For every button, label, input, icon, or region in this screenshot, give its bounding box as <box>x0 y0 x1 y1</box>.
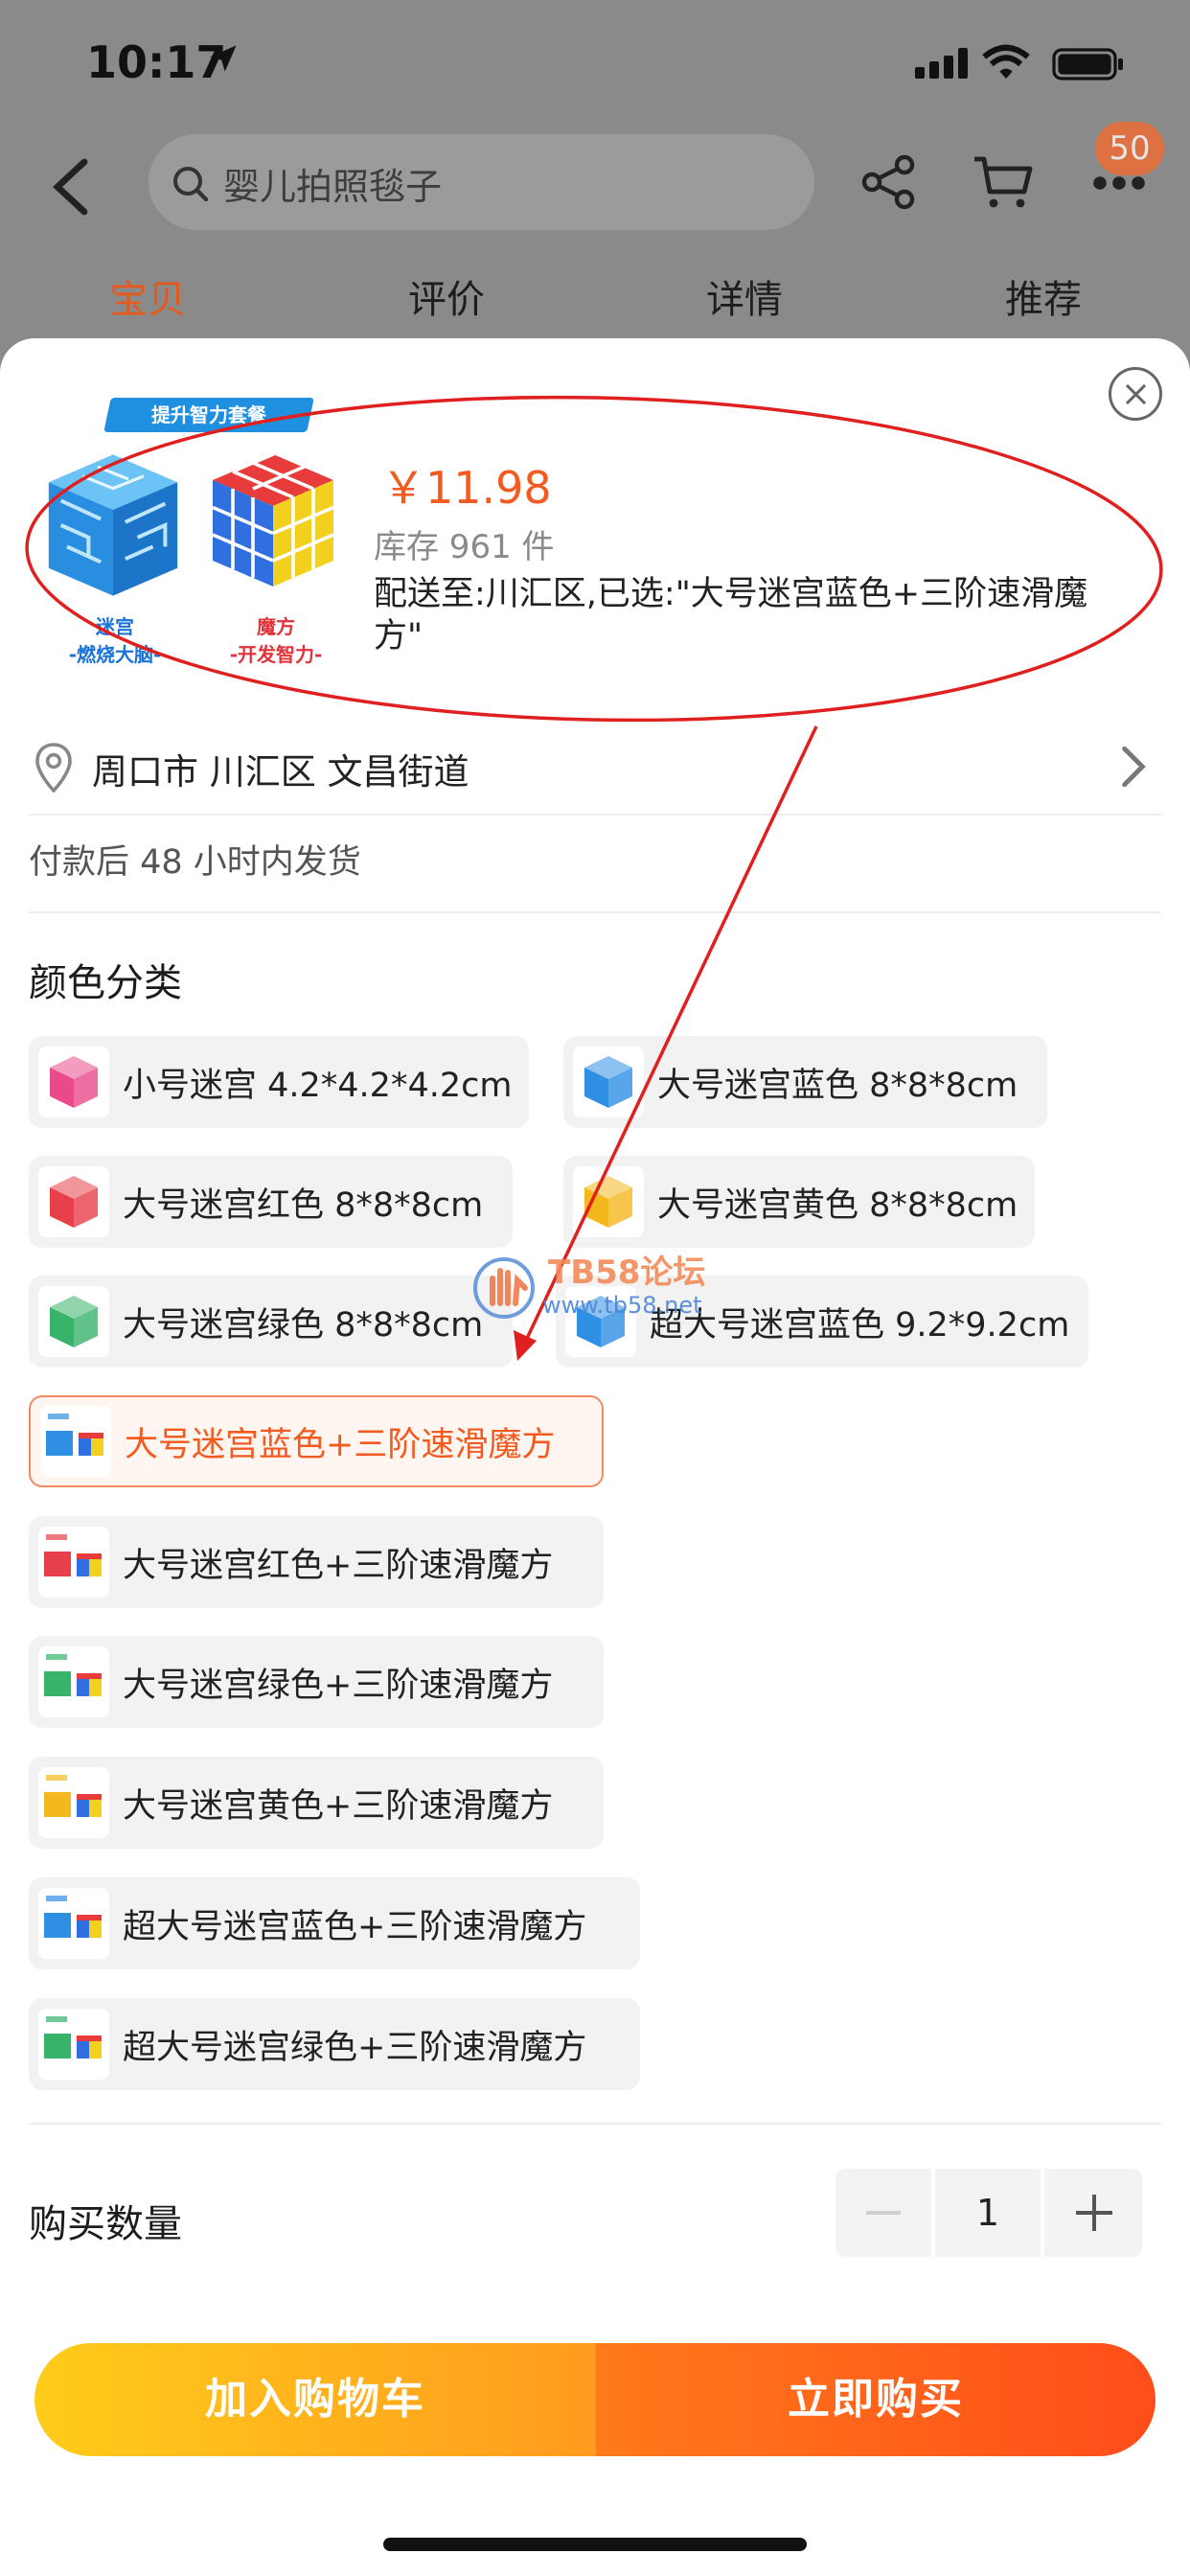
shipping-selection-summary: 配送至:川汇区,已选:"大号迷宫蓝色+三阶速滑魔方" <box>374 575 1088 656</box>
divider <box>29 814 1161 816</box>
close-icon[interactable] <box>1109 367 1162 421</box>
divider <box>29 911 1161 913</box>
color-option-label: 大号迷宫红色+三阶速滑魔方 <box>123 1546 554 1585</box>
more-dots-icon[interactable] <box>1092 175 1146 191</box>
color-option-chip[interactable]: 大号迷宫黄色+三阶速滑魔方 <box>29 1757 604 1849</box>
status-time: 10:17 <box>86 36 227 88</box>
maze-caption: 迷宫 -燃烧大脑- <box>68 615 162 666</box>
price: ￥11.98 <box>381 462 552 514</box>
option-thumbnail-icon <box>38 2009 109 2080</box>
search-icon <box>173 167 209 202</box>
cart-count-badge: 50 <box>1095 122 1164 175</box>
chevron-right-icon[interactable] <box>1119 743 1148 791</box>
color-option-chip[interactable]: 大号迷宫红色+三阶速滑魔方 <box>29 1516 604 1608</box>
color-option-label: 大号迷宫红色 8*8*8cm <box>123 1185 484 1225</box>
shopping-cart-icon[interactable] <box>973 153 1034 211</box>
color-section-title: 颜色分类 <box>29 961 182 1005</box>
battery-icon <box>1052 48 1123 80</box>
color-option-label: 大号迷宫蓝色+三阶速滑魔方 <box>125 1425 556 1464</box>
color-option-label: 大号迷宫黄色+三阶速滑魔方 <box>123 1786 554 1826</box>
color-option-chip[interactable]: 大号迷宫黄色 8*8*8cm <box>563 1156 1035 1248</box>
package-tag: 提升智力套餐 <box>103 398 314 432</box>
option-thumbnail-icon <box>38 1046 109 1117</box>
option-thumbnail-icon <box>38 1646 109 1717</box>
option-thumbnail-icon <box>38 1166 109 1237</box>
location-arrow-icon <box>210 45 237 72</box>
search-placeholder: 婴儿拍照毯子 <box>223 166 443 208</box>
cellular-signal-icon <box>915 48 968 79</box>
wifi-icon <box>982 44 1030 80</box>
color-option-chip[interactable]: 大号迷宫蓝色 8*8*8cm <box>563 1036 1047 1128</box>
increase-quantity-button[interactable] <box>1044 2169 1142 2257</box>
cube-caption: 魔方 -开发智力- <box>229 615 323 666</box>
quantity-value[interactable]: 1 <box>935 2169 1041 2257</box>
product-thumbnail[interactable]: 提升智力套餐 迷宫 -燃烧大脑- 魔方 -开发智力- <box>29 367 355 683</box>
option-thumbnail-icon <box>573 1166 644 1237</box>
color-option-chip[interactable]: 超大号迷宫绿色+三阶速滑魔方 <box>29 1998 640 2090</box>
back-chevron-icon[interactable] <box>52 158 90 216</box>
option-thumbnail-icon <box>38 1527 109 1598</box>
dispatch-note: 付款后 48 小时内发货 <box>29 843 361 882</box>
color-option-label: 超大号迷宫绿色+三阶速滑魔方 <box>123 2028 587 2067</box>
tab-recommend[interactable]: 推荐 <box>1005 268 1082 324</box>
color-option-label: 大号迷宫绿色 8*8*8cm <box>123 1305 484 1345</box>
option-thumbnail-icon <box>38 1767 109 1838</box>
rubiks-cube-image <box>212 448 334 586</box>
color-option-chip[interactable]: 大号迷宫绿色 8*8*8cm <box>29 1276 513 1368</box>
share-icon[interactable] <box>860 153 918 211</box>
location-pin-icon <box>35 743 72 793</box>
option-thumbnail-icon <box>573 1046 644 1117</box>
option-thumbnail-icon <box>40 1406 111 1477</box>
watermark-text: TB58论坛 <box>548 1254 706 1292</box>
color-option-label: 超大号迷宫蓝色+三阶速滑魔方 <box>123 1907 587 1946</box>
add-to-cart-button[interactable]: 加入购物车 <box>34 2343 596 2456</box>
status-bar: 10:17 <box>0 0 1190 129</box>
sku-selection-sheet: 提升智力套餐 迷宫 -燃烧大脑- 魔方 -开发智力- ￥11.98 库存 961… <box>0 338 1190 2576</box>
color-option-chip[interactable]: 大号迷宫绿色+三阶速滑魔方 <box>29 1636 604 1728</box>
top-nav-bar: 婴儿拍照毯子 50 <box>0 122 1190 254</box>
option-thumbnail-icon <box>38 1888 109 1959</box>
quantity-label: 购买数量 <box>29 2202 182 2246</box>
maze-cube-image <box>48 454 178 596</box>
color-option-label: 小号迷宫 4.2*4.2*4.2cm <box>123 1066 513 1105</box>
buy-now-button[interactable]: 立即购买 <box>596 2343 1156 2456</box>
tab-details[interactable]: 详情 <box>706 268 783 324</box>
divider <box>29 2123 1161 2125</box>
delivery-address[interactable]: 周口市 川汇区 文昌街道 <box>92 743 469 794</box>
color-option-label: 大号迷宫黄色 8*8*8cm <box>657 1185 1018 1225</box>
decrease-quantity-button[interactable] <box>835 2169 931 2257</box>
color-option-label: 大号迷宫绿色+三阶速滑魔方 <box>123 1666 554 1705</box>
stock-count: 库存 961 件 <box>374 528 555 566</box>
color-option-label: 超大号迷宫蓝色 9.2*9.2cm <box>650 1305 1070 1345</box>
quantity-stepper: 1 <box>835 2169 1142 2257</box>
color-option-chip[interactable]: 大号迷宫红色 8*8*8cm <box>29 1156 513 1248</box>
color-option-label: 大号迷宫蓝色 8*8*8cm <box>657 1066 1018 1105</box>
home-indicator <box>383 2538 807 2551</box>
watermark-url: www.tb58.net <box>542 1292 702 1319</box>
color-option-chip[interactable]: 大号迷宫蓝色+三阶速滑魔方 <box>29 1395 604 1487</box>
search-bar[interactable]: 婴儿拍照毯子 <box>149 134 814 230</box>
forum-logo-icon <box>473 1257 535 1319</box>
tab-reviews[interactable]: 评价 <box>408 268 485 324</box>
color-option-chip[interactable]: 小号迷宫 4.2*4.2*4.2cm <box>29 1036 529 1128</box>
tab-item[interactable]: 宝贝 <box>109 268 186 324</box>
product-tabs: 宝贝 评价 详情 推荐 <box>0 268 1190 335</box>
option-thumbnail-icon <box>38 1286 109 1357</box>
color-option-chip[interactable]: 超大号迷宫蓝色+三阶速滑魔方 <box>29 1877 640 1969</box>
